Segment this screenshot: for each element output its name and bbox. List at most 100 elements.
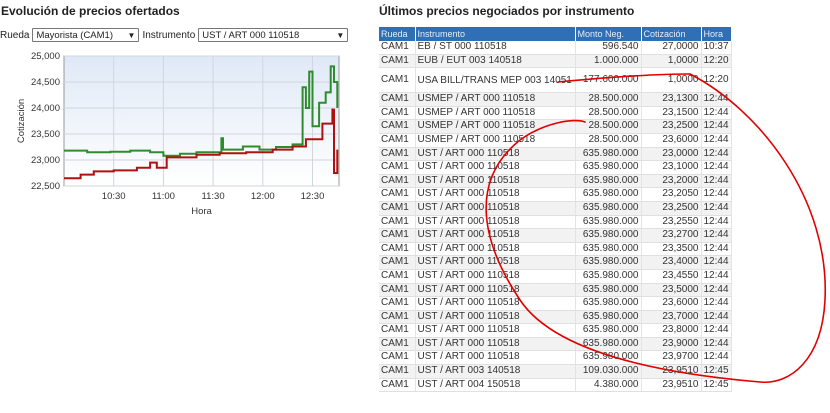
table-cell: 28.500.000 bbox=[575, 106, 642, 121]
table-row[interactable]: CAM1 UST / ART 000 110518 635.980.000 23,20… bbox=[379, 187, 732, 202]
table-row[interactable]: CAM1 UST / ART 000 110518 635.980.000 23,70… bbox=[379, 310, 732, 325]
table-row[interactable]: CAM1 UST / ART 000 110518 635.980.000 23,90… bbox=[379, 337, 732, 352]
table-row[interactable]: CAM1 USMEP / ART 000 110518 28.500.000 23,1… bbox=[379, 92, 732, 107]
table-cell: UST / ART 000 110518 bbox=[415, 255, 576, 270]
y-tick-label: 24,000 bbox=[31, 103, 60, 114]
table-row[interactable]: CAM1 UST / ART 003 140518 109.030.000 23,95… bbox=[379, 364, 732, 379]
table-cell: 23,9700 bbox=[641, 350, 702, 366]
table-cell: 23,2050 bbox=[641, 187, 702, 202]
table-cell: 635.980.000 bbox=[575, 215, 642, 230]
table-cell: CAM1 bbox=[379, 255, 416, 270]
x-tick-label: 12:30 bbox=[301, 191, 325, 202]
table-cell: 12:44 bbox=[701, 106, 732, 121]
table-cell: 635.980.000 bbox=[575, 296, 642, 311]
table-row[interactable]: CAM1 USA BILL/TRANS MEP 003 14051 177.600.… bbox=[379, 67, 732, 94]
x-tick-label: 11:00 bbox=[152, 191, 175, 202]
table-cell: 23,0000 bbox=[641, 147, 702, 162]
table-cell: 12:44 bbox=[701, 337, 732, 352]
table-cell: UST / ART 000 110518 bbox=[415, 269, 576, 284]
table-cell: 23,5000 bbox=[641, 283, 702, 298]
table-cell: 12:44 bbox=[701, 242, 732, 257]
table-cell: 12:44 bbox=[701, 160, 732, 175]
table-row[interactable]: CAM1 UST / ART 000 110518 635.980.000 23,50… bbox=[379, 283, 732, 298]
table-row[interactable]: CAM1 UST / ART 000 110518 635.980.000 23,45… bbox=[379, 269, 732, 284]
table-cell: 12:44 bbox=[701, 283, 732, 298]
table-row[interactable]: CAM1 EB / ST 000 110518 596.540 27,0000 10:3… bbox=[379, 41, 732, 55]
table-cell: 635.980.000 bbox=[575, 201, 642, 216]
x-tick-label: 12:00 bbox=[251, 191, 275, 202]
table-cell: CAM1 bbox=[379, 54, 416, 69]
y-axis-label: Cotización bbox=[16, 99, 27, 143]
table-cell: 1.000.000 bbox=[575, 54, 642, 69]
table-cell: CAM1 bbox=[379, 350, 416, 366]
table-cell: CAM1 bbox=[379, 133, 416, 148]
table-row[interactable]: CAM1 UST / ART 000 110518 635.980.000 23,80… bbox=[379, 323, 732, 338]
x-axis-label: Hora bbox=[191, 206, 212, 217]
table-cell: 10:37 bbox=[701, 41, 732, 55]
column-header[interactable]: Monto Neg. bbox=[575, 27, 642, 41]
column-header[interactable]: Cotización bbox=[641, 27, 702, 41]
table-cell: 1,0000 bbox=[641, 54, 702, 69]
rueda-select[interactable]: Mayorista (CAM1) ▼ bbox=[32, 28, 140, 42]
instrumento-select[interactable]: UST / ART 000 110518 ▼ bbox=[198, 28, 349, 42]
table-cell: CAM1 bbox=[379, 337, 416, 352]
table-cell: 12:44 bbox=[701, 296, 732, 311]
table-cell: 12:45 bbox=[701, 378, 732, 393]
table-cell: UST / ART 000 110518 bbox=[415, 242, 576, 257]
table-row[interactable]: CAM1 UST / ART 004 150518 4.380.000 23,9510… bbox=[379, 378, 732, 393]
column-header[interactable]: Rueda bbox=[379, 27, 416, 41]
table-cell: UST / ART 000 110518 bbox=[415, 296, 576, 311]
table-cell: UST / ART 000 110518 bbox=[415, 201, 576, 216]
table-row[interactable]: CAM1 UST / ART 000 110518 635.980.000 23,00… bbox=[379, 147, 732, 162]
x-tick-label: 11:30 bbox=[202, 191, 225, 202]
column-header[interactable]: Instrumento bbox=[415, 27, 576, 41]
table-cell: UST / ART 004 150518 bbox=[415, 378, 576, 393]
table-cell: CAM1 bbox=[379, 296, 416, 311]
table-cell: 635.980.000 bbox=[575, 147, 642, 162]
table-cell: 12:44 bbox=[701, 119, 732, 134]
table-cell: 12:44 bbox=[701, 187, 732, 202]
table-cell: UST / ART 000 110518 bbox=[415, 160, 576, 175]
table-row[interactable]: CAM1 UST / ART 000 110518 635.980.000 23,97… bbox=[379, 350, 732, 366]
table-cell: 12:45 bbox=[701, 364, 732, 379]
table-cell: CAM1 bbox=[379, 67, 416, 94]
table-cell: 23,6000 bbox=[641, 296, 702, 311]
table-cell: 596.540 bbox=[575, 41, 642, 55]
table-cell: UST / ART 000 110518 bbox=[415, 337, 576, 352]
table-cell: CAM1 bbox=[379, 187, 416, 202]
table-row[interactable]: CAM1 UST / ART 000 110518 635.980.000 23,40… bbox=[379, 255, 732, 270]
table-row[interactable]: CAM1 USMEP / ART 000 110518 28.500.000 23,1… bbox=[379, 106, 732, 121]
table-cell: 12:44 bbox=[701, 228, 732, 243]
table-cell: 1,0000 bbox=[641, 67, 702, 94]
table-row[interactable]: CAM1 UST / ART 000 110518 635.980.000 23,25… bbox=[379, 215, 732, 230]
table-cell: 23,9510 bbox=[641, 378, 702, 393]
table-row[interactable]: CAM1 UST / ART 000 110518 635.980.000 23,35… bbox=[379, 242, 732, 257]
table-cell: 12:44 bbox=[701, 323, 732, 338]
table-row[interactable]: CAM1 USMEP / ART 000 110518 28.500.000 23,6… bbox=[379, 133, 732, 148]
table-cell: 28.500.000 bbox=[575, 92, 642, 107]
table-cell: 12:44 bbox=[701, 147, 732, 162]
table-row[interactable]: CAM1 UST / ART 000 110518 635.980.000 23,27… bbox=[379, 228, 732, 243]
table-cell: 635.980.000 bbox=[575, 242, 642, 257]
table-row[interactable]: CAM1 UST / ART 000 110518 635.980.000 23,10… bbox=[379, 160, 732, 175]
table-row[interactable]: CAM1 UST / ART 000 110518 635.980.000 23,25… bbox=[379, 201, 732, 216]
table-cell: 23,4000 bbox=[641, 255, 702, 270]
table-cell: 4.380.000 bbox=[575, 378, 642, 393]
table-cell: 23,2700 bbox=[641, 228, 702, 243]
table-cell: CAM1 bbox=[379, 106, 416, 121]
table-cell: 23,2500 bbox=[641, 201, 702, 216]
table-cell: UST / ART 000 110518 bbox=[415, 350, 576, 366]
table-row[interactable]: CAM1 USMEP / ART 000 110518 28.500.000 23,2… bbox=[379, 119, 732, 134]
table-row[interactable]: CAM1 UST / ART 000 110518 635.980.000 23,20… bbox=[379, 174, 732, 189]
table-cell: CAM1 bbox=[379, 174, 416, 189]
table-cell: UST / ART 000 110518 bbox=[415, 228, 576, 243]
table-cell: CAM1 bbox=[379, 364, 416, 379]
table-cell: 23,7000 bbox=[641, 310, 702, 325]
table-cell: UST / ART 000 110518 bbox=[415, 147, 576, 162]
table-cell: CAM1 bbox=[379, 378, 416, 393]
chevron-down-icon: ▼ bbox=[336, 30, 345, 40]
table-row[interactable]: CAM1 EUB / EUT 003 140518 1.000.000 1,0000 1… bbox=[379, 54, 732, 69]
table-cell: CAM1 bbox=[379, 215, 416, 230]
table-row[interactable]: CAM1 UST / ART 000 110518 635.980.000 23,60… bbox=[379, 296, 732, 311]
column-header[interactable]: Hora bbox=[701, 27, 732, 41]
